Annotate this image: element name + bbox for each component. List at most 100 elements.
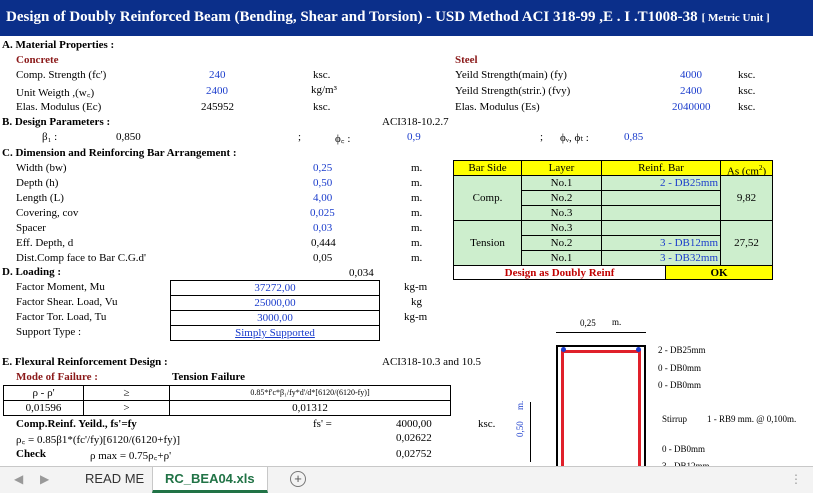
unit-label: ksc. [313,69,331,81]
spacer-value[interactable]: 0,03 [313,222,332,234]
layer-cell: No.3 [521,220,602,236]
rhob-value: 0,02622 [396,432,432,444]
unit-label: ksc. [738,101,756,113]
dimension-label: Covering, cov [16,207,79,219]
loading-label: Factor Tor. Load, Tu [16,311,107,323]
steel-label: Yeild Strength(strir.) (fvy) [455,85,571,97]
table-header: As (cm2) [720,160,773,178]
unit-label: ksc. [738,85,756,97]
dimension-line [556,332,646,333]
section-a-header: A. Material Properties : [2,39,115,51]
comp-side-label: Comp. [453,175,522,221]
next-sheet-icon[interactable]: ▶ [40,467,49,492]
fs-label: fs' = [313,418,332,430]
stirrup-value: 1 - RB9 mm. @ 0,100m. [707,414,797,424]
support-type-select[interactable]: Simply Supported [170,325,380,341]
top-bar-label: 2 - DB25mm [658,345,706,355]
tension-bar-cell[interactable]: 3 - DB12mm [601,235,721,251]
diagram-width-label: 0,25 [580,318,596,328]
phib-label: ϕ꜀ : [335,133,351,145]
unit-label: m. [411,237,423,249]
torsion-input[interactable]: 3000,00 [170,310,380,326]
unit-label: ksc. [313,101,331,113]
rhomax-label: ρ max = 0.75ρ꜀+ρ' [90,450,172,462]
unit-label: kg-m [404,281,428,293]
dprime-value: 0,05 [313,252,333,264]
es-value[interactable]: 2040000 [672,101,711,113]
unit-label: m. [411,177,423,189]
dimension-label: Dist.Comp face to Bar C.G.d' [16,252,146,264]
dimension-label: Spacer [16,222,46,234]
unit-label: m. [612,317,622,327]
table-cell: 0,01312 [169,400,451,416]
fy-value[interactable]: 4000 [680,69,702,81]
unit-label: m. [411,252,423,264]
separator: ; [540,131,544,143]
extra-value: 0,034 [349,267,374,279]
fvy-value[interactable]: 2400 [680,85,702,97]
unit-label: [ Metric Unit ] [701,12,770,24]
separator: ; [298,131,302,143]
unit-label: kg/m³ [311,84,337,96]
loading-label: Factor Moment, Mu [16,281,105,293]
fs-value: 4000,00 [396,418,432,430]
unit-label: kg [411,296,422,308]
section-d-header: D. Loading : [2,266,61,278]
width-value[interactable]: 0,25 [313,162,332,174]
layer-cell: No.1 [521,250,602,266]
tab-rc-bea04[interactable]: RC_BEA04.xls [152,467,268,493]
phivt-value: 0,85 [624,131,644,143]
top-bar-label: 0 - DB0mm [658,363,702,373]
formula-cell: 0.85*f'c*β₁/fy*d'/d*[6120/(6120-fy)] [169,385,451,401]
prev-sheet-icon[interactable]: ◀ [14,467,23,492]
steel-label: Yeild Strength(main) (fy) [455,69,567,81]
unit-label: ksc. [478,418,496,430]
concrete-header: Concrete [16,54,59,66]
comp-bar-cell[interactable] [601,190,721,206]
dimension-label: Depth (h) [16,177,59,189]
table-cell: ρ - ρ' [3,385,84,401]
check-label: Check [16,448,46,460]
design-type-label: Design as Doubly Reinf [453,265,666,280]
table-header: Layer [521,160,602,176]
top-bar-label: 0 - DB0mm [658,380,702,390]
comp-bar-cell[interactable]: 2 - DB25mm [601,175,721,191]
stirrup-shape [561,350,641,470]
unit-label: m. [411,207,423,219]
dimension-label: Width (bw) [16,162,67,174]
status-badge: OK [665,265,773,280]
beta1-value: 0,850 [116,131,141,143]
more-options-icon[interactable]: ⋮ [790,467,802,492]
layer-cell: No.1 [521,175,602,191]
section-e-header: E. Flexural Reinforcement Design : [2,356,168,368]
comp-bar-cell[interactable] [601,205,721,221]
comp-as-value: 9,82 [720,175,773,221]
table-header: Reinf. Bar [601,160,721,176]
section-b-header: B. Design Parameters : [2,116,111,128]
table-cell: 0,01596 [3,400,84,416]
wc-value[interactable]: 2400 [206,85,228,97]
length-value[interactable]: 4,00 [313,192,332,204]
covering-value[interactable]: 0,025 [310,207,335,219]
tab-read-me[interactable]: READ ME [73,467,156,492]
loading-label: Factor Shear. Load, Vu [16,296,118,308]
ec-value: 245952 [201,101,234,113]
dimension-label: Length (L) [16,192,64,204]
table-cell: ≥ [83,385,170,401]
steel-label: Elas. Modulus (Es) [455,101,540,113]
fc-value[interactable]: 240 [209,69,226,81]
sheet-tab-bar: ◀ ▶ READ ME RC_BEA04.xls + ⋮ [0,466,813,493]
add-sheet-icon[interactable]: + [290,471,306,487]
tension-bar-cell[interactable]: 3 - DB32mm [601,250,721,266]
rhob-label: ρ꜀ = 0.85β1*(fc'/fy)[6120/(6120+fy)] [16,434,180,446]
failure-mode-value: Tension Failure [172,371,246,383]
layer-cell: No.2 [521,235,602,251]
moment-input[interactable]: 37272,00 [170,280,380,296]
unit-label: m. [411,192,423,204]
tension-bar-cell[interactable] [601,220,721,236]
shear-input[interactable]: 25000,00 [170,295,380,311]
aci-reference: ACI318-10.2.7 [382,116,449,128]
depth-value[interactable]: 0,50 [313,177,332,189]
unit-label: m. [411,162,423,174]
tension-as-value: 27,52 [720,220,773,266]
